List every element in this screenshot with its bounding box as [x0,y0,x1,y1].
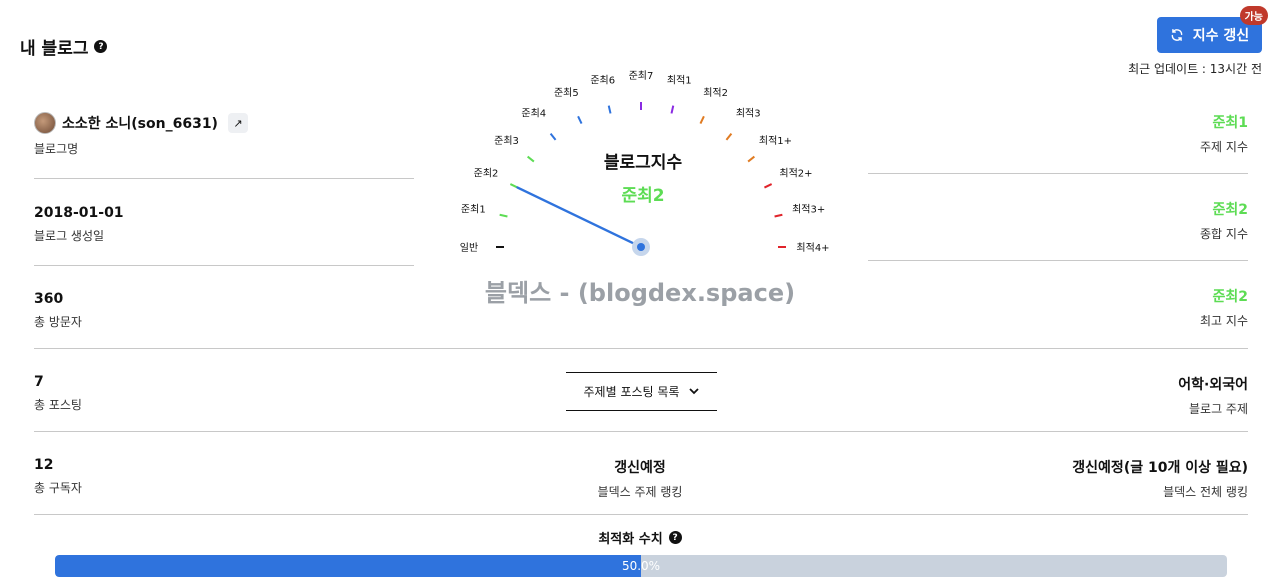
gauge-tick [763,183,773,189]
topic-index-block: 준최1 주제 지수 [1200,112,1248,155]
divider [868,260,1248,261]
visitors-value: 360 [34,291,64,307]
overall-index-value: 준최2 [1212,202,1248,218]
refresh-label: 지수 갱신 [1192,28,1250,44]
avatar [34,112,56,134]
gauge-hub-dot [637,243,645,251]
subscribers-label: 총 구독자 [34,481,82,495]
gauge-tick-label: 최적1+ [759,135,792,147]
overall-ranking-value: 갱신예정(글 10개 이상 필요) [1072,460,1248,476]
help-icon[interactable]: ? [668,531,682,544]
blog-topic-label: 블로그 주제 [1188,402,1248,416]
topic-index-label: 주제 지수 [1200,140,1248,154]
gauge-tick-label: 준최6 [590,74,615,86]
divider [34,178,414,179]
gauge-tick-label: 최적2+ [779,167,812,179]
blog-topic-value: 어학·외국어 [1178,377,1248,393]
gauge-tick [499,213,508,218]
gauge-current-level: 준최2 [621,186,664,206]
watermark: 블덱스 - (blogdex.space) [484,279,796,307]
topic-ranking-label: 블덱스 주제 랭킹 [597,485,683,499]
progress-percent: 50.0% [621,559,661,573]
topic-ranking-value: 갱신예정 [614,460,666,476]
highest-index-block: 준최2 최고 지수 [1200,286,1248,329]
blog-index-gauge: 일반 준최1 준최2 준최3 준최4 준최5 준최6 준최7 최적1 최적2 최적3 최적1+ 최적2+… [460,70,830,256]
subscribers-block: 12 총 구독자 [34,457,82,496]
topic-index-value: 준최1 [1212,115,1248,131]
chevron-down-icon [689,388,700,395]
optimization-progress-bar: 50.0% [55,555,1227,577]
gauge-tick [607,105,612,114]
dropdown-label: 주제별 포스팅 목록 [583,385,680,399]
posts-label: 총 포스팅 [34,398,82,412]
gauge-tick-label: 준최3 [494,135,519,147]
page-title: 내 블로그 ? [20,34,108,59]
gauge-tick-label: 준최2 [474,167,499,179]
divider [868,173,1248,174]
gauge-tick [527,155,535,163]
topic-posts-dropdown[interactable]: 주제별 포스팅 목록 [566,372,717,411]
highest-index-label: 최고 지수 [1200,314,1248,328]
gauge-tick-label: 일반 [460,242,478,254]
created-date-value: 2018-01-01 [34,205,124,221]
gauge-tick-label: 최적2 [703,87,728,99]
gauge-tick [774,213,783,218]
divider [34,431,1248,432]
overall-index-label: 종합 지수 [1200,227,1248,241]
gauge-tick-label: 준최5 [554,87,579,99]
gauge-tick [699,115,705,125]
gauge-tick [747,155,755,163]
subscribers-value: 12 [34,457,54,473]
visitors-block: 360 총 방문자 [34,291,82,330]
topic-ranking-block: 갱신예정 블덱스 주제 랭킹 [440,457,840,500]
blog-name-label: 블로그명 [34,142,79,156]
refresh-icon [1171,29,1183,41]
gauge-tick-label: 최적3+ [792,204,825,216]
posts-block: 7 총 포스팅 [34,374,82,413]
gauge-title: 블로그지수 [604,153,683,173]
divider [34,265,414,266]
overall-index-block: 준최2 종합 지수 [1200,199,1248,242]
refresh-index-button[interactable]: 지수 갱신 가능 [1157,6,1268,53]
gauge-tick-label: 준최4 [521,108,546,120]
posts-value: 7 [34,374,44,390]
overall-ranking-label: 블덱스 전체 랭킹 [1163,485,1248,499]
external-link-icon[interactable]: ↗ [227,113,248,133]
created-date-label: 블로그 생성일 [34,229,105,243]
overall-ranking-block: 갱신예정(글 10개 이상 필요) 블덱스 전체 랭킹 [1072,457,1248,500]
gauge-tick-label: 준최1 [461,204,486,216]
help-icon[interactable]: ? [94,40,108,53]
last-updated: 최근 업데이트 : 13시간 전 [1128,62,1262,76]
created-date-block: 2018-01-01 블로그 생성일 [34,205,124,244]
gauge-tick-label: 최적4+ [796,242,829,254]
gauge-tick [725,133,733,141]
optimization-title: 최적화 수치 ? [440,528,840,547]
gauge-tick [577,115,583,125]
blog-name-block: 소소한 소니(son_6631) ↗ 블로그명 [34,112,248,157]
gauge-tick-label: 최적3 [736,108,761,120]
visitors-label: 총 방문자 [34,315,82,329]
gauge-tick-label: 최적1 [667,74,692,86]
blog-name: 소소한 소니(son_6631) [62,116,218,132]
highest-index-value: 준최2 [1212,289,1248,305]
divider [34,348,1248,349]
page-title-text: 내 블로그 [20,39,89,59]
gauge-tick [670,105,675,114]
divider [34,514,1248,515]
blog-topic-block: 어학·외국어 블로그 주제 [1178,374,1248,417]
gauge-tick [549,133,557,141]
available-badge: 가능 [1239,6,1268,25]
optimization-title-text: 최적화 수치 [598,532,663,547]
gauge-tick-label: 준최7 [629,70,654,82]
